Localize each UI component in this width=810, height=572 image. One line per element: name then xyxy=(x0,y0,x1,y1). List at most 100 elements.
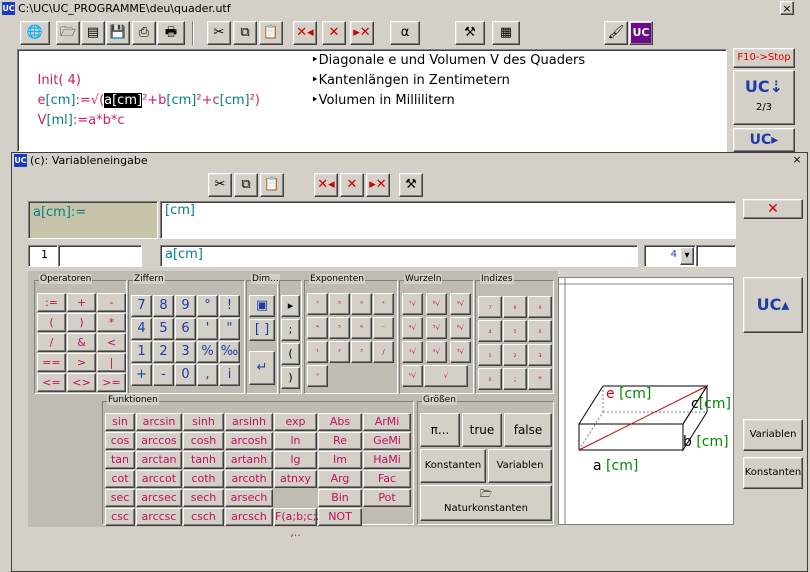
root-key[interactable]: ⁷√ xyxy=(402,293,423,315)
function-key[interactable]: arccsc xyxy=(136,508,182,526)
function-key[interactable]: sech xyxy=(183,489,224,507)
function-key[interactable]: Arg xyxy=(318,470,362,488)
bracket-key[interactable]: ( xyxy=(281,343,300,365)
operator-key[interactable]: < xyxy=(97,333,126,352)
index-key[interactable]: ₂ xyxy=(503,344,527,366)
index-key[interactable]: ₅ xyxy=(503,320,527,342)
bracket-key[interactable]: ; xyxy=(281,319,300,341)
index-key[interactable]: ₇ xyxy=(478,296,502,318)
function-key[interactable]: arcsec xyxy=(136,489,182,507)
root-key[interactable]: ²√ xyxy=(426,341,447,363)
exponent-key[interactable]: ⁺ xyxy=(373,293,394,315)
function-key[interactable]: GeMi xyxy=(363,432,411,450)
function-key[interactable]: arcosh xyxy=(225,432,273,450)
digit-key[interactable]: , xyxy=(197,364,218,386)
function-key[interactable]: ln xyxy=(274,432,317,450)
index-key[interactable]: ₈ xyxy=(503,296,527,318)
dim-key[interactable]: ↵ xyxy=(249,351,275,385)
exponent-key[interactable]: ⁰ xyxy=(307,365,328,387)
digit-key[interactable]: 0 xyxy=(175,364,196,386)
root-key[interactable]: ⁴√ xyxy=(402,317,423,339)
function-key[interactable]: sin xyxy=(105,413,135,431)
function-key[interactable]: lg xyxy=(274,451,317,469)
operator-key[interactable]: <= xyxy=(37,373,66,392)
cut-icon[interactable]: ✂ xyxy=(207,21,231,45)
digit-key[interactable]: 1 xyxy=(131,341,152,363)
uc-up-button[interactable]: UC▴ xyxy=(743,277,803,333)
exponent-key[interactable]: ¹ xyxy=(307,341,328,363)
exponent-key[interactable]: ⁹ xyxy=(351,293,372,315)
exponent-key[interactable]: ⁴ xyxy=(307,317,328,339)
exponent-key[interactable]: ⁷ xyxy=(307,293,328,315)
function-key[interactable]: Bin xyxy=(318,489,362,507)
function-key[interactable]: arsech xyxy=(225,489,273,507)
cancel-button[interactable]: ✕ xyxy=(743,199,803,219)
function-key[interactable]: arctan xyxy=(136,451,182,469)
digit-key[interactable]: i xyxy=(219,364,240,386)
digit-key[interactable]: 3 xyxy=(175,341,196,363)
index-key[interactable]: ₃ xyxy=(528,344,552,366)
dialog-copy-icon[interactable]: ⧉ xyxy=(234,173,258,197)
naturkonstanten-button[interactable]: 🗁 Naturkonstanten xyxy=(420,485,552,521)
root-key[interactable]: √ xyxy=(424,365,468,387)
dialog-paste-icon[interactable]: 📋 xyxy=(260,173,284,197)
digit-key[interactable]: 7 xyxy=(131,295,152,317)
dialog-close-button[interactable]: × xyxy=(790,153,804,167)
dim-key[interactable]: ▣ xyxy=(249,295,275,317)
operator-key[interactable]: / xyxy=(37,333,66,352)
digit-key[interactable]: 2 xyxy=(153,341,174,363)
pi-button[interactable]: π... xyxy=(420,413,460,447)
digit-key[interactable]: ! xyxy=(219,295,240,317)
dropdown-arrow-icon[interactable]: ▾ xyxy=(680,247,694,265)
delete-line-icon[interactable]: ✕ xyxy=(322,21,346,45)
digits-select[interactable]: 4 ▾ xyxy=(644,245,696,267)
root-key[interactable]: ⁹√ xyxy=(450,293,471,315)
uc-icon[interactable]: UC xyxy=(629,21,653,45)
operator-key[interactable]: > xyxy=(67,353,96,372)
function-key[interactable]: Fac xyxy=(363,470,411,488)
dialog-delete-right-icon[interactable]: ▸✕ xyxy=(366,173,390,197)
konstanten-button[interactable]: Konstanten xyxy=(420,449,486,483)
index-key[interactable]: ₆ xyxy=(528,320,552,342)
dialog-cut-icon[interactable]: ✂ xyxy=(208,173,232,197)
digit-key[interactable]: % xyxy=(197,341,218,363)
function-key[interactable]: HaMi xyxy=(363,451,411,469)
operator-key[interactable]: <> xyxy=(67,373,96,392)
uc-next-button[interactable]: UC▸ xyxy=(733,128,795,152)
print-preview-icon[interactable]: 🖶 xyxy=(157,21,185,45)
page-button[interactable]: UC⇣ 2/3 xyxy=(733,70,795,125)
operator-key[interactable]: ( xyxy=(37,313,66,332)
digit-key[interactable]: ' xyxy=(197,318,218,340)
exponent-key[interactable]: ⁵ xyxy=(329,317,350,339)
line-number-field[interactable]: 1 xyxy=(28,245,58,267)
copy-icon[interactable]: ⧉ xyxy=(233,21,257,45)
root-key[interactable]: ⁸√ xyxy=(426,293,447,315)
function-key[interactable]: exp xyxy=(274,413,317,431)
digit-key[interactable]: " xyxy=(219,318,240,340)
root-key[interactable]: ¹√ xyxy=(402,341,423,363)
function-key[interactable]: arcoth xyxy=(225,470,273,488)
function-key[interactable]: Pot xyxy=(363,489,411,507)
digit-key[interactable]: 5 xyxy=(153,318,174,340)
globe-icon[interactable]: 🌐 xyxy=(20,21,50,45)
function-key[interactable]: arccot xyxy=(136,470,182,488)
function-key[interactable]: atnxy xyxy=(274,470,317,488)
index-key[interactable]: ₀ xyxy=(478,368,502,390)
function-key[interactable]: cot xyxy=(105,470,135,488)
bracket-key[interactable]: ▸ xyxy=(281,295,300,317)
dialog-delete-line-icon[interactable]: ✕ xyxy=(340,173,364,197)
index-key[interactable]: ₄ xyxy=(478,320,502,342)
side-variablen-button[interactable]: Variablen xyxy=(743,419,803,451)
operator-key[interactable]: & xyxy=(67,333,96,352)
root-key[interactable]: ⁶√ xyxy=(450,317,471,339)
open-file-icon[interactable]: ▤ xyxy=(81,21,105,45)
function-key[interactable]: NOT xyxy=(318,508,362,526)
dim-key[interactable]: [ ] xyxy=(249,319,275,341)
delete-right-icon[interactable]: ▸✕ xyxy=(350,21,374,45)
function-key[interactable]: coth xyxy=(183,470,224,488)
function-key[interactable]: Abs xyxy=(318,413,362,431)
save-icon[interactable]: 💾 xyxy=(106,21,130,45)
digit-key[interactable]: 8 xyxy=(153,295,174,317)
tools-icon[interactable]: ⚒ xyxy=(455,21,485,45)
root-key[interactable]: ⁰√ xyxy=(402,365,423,387)
